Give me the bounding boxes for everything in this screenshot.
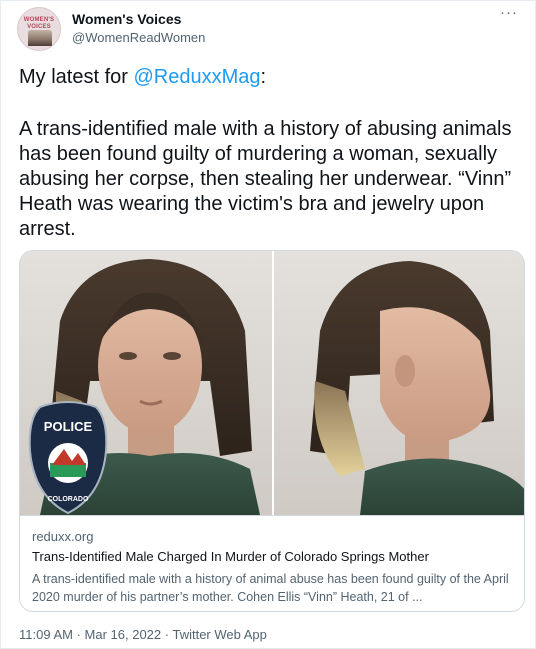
tweet-intro-line: My latest for @ReduxxMag: <box>19 65 519 90</box>
meta-separator-2: · <box>161 627 173 642</box>
tweet: WOMEN'S VOICES Women's Voices @WomenReadW… <box>0 0 536 649</box>
card-domain: reduxx.org <box>32 529 94 544</box>
tweet-date[interactable]: Mar 16, 2022 <box>85 627 162 642</box>
mention-link[interactable]: @ReduxxMag <box>133 66 260 88</box>
card-title[interactable]: Trans-Identified Male Charged In Murder … <box>32 549 516 564</box>
card-info[interactable]: reduxx.org Trans-Identified Male Charged… <box>20 515 524 611</box>
tweet-meta: 11:09 AM · Mar 16, 2022 · Twitter Web Ap… <box>19 627 267 642</box>
more-dots-icon: ··· <box>500 4 518 21</box>
badge-top-text: POLICE <box>44 419 93 434</box>
card-image[interactable]: POLICE COLORADO <box>20 251 524 515</box>
link-card[interactable]: POLICE COLORADO reduxx.org Trans-Identif… <box>19 250 525 612</box>
user-handle[interactable]: @WomenReadWomen <box>72 30 205 45</box>
avatar[interactable]: WOMEN'S VOICES <box>17 7 61 51</box>
intro-text: My latest for <box>19 66 134 88</box>
mugshot-photo: POLICE COLORADO <box>20 251 524 515</box>
tweet-time[interactable]: 11:09 AM <box>19 627 73 642</box>
avatar-logo-text: WOMEN'S VOICES <box>23 17 55 30</box>
avatar-art-icon <box>28 30 52 46</box>
display-name[interactable]: Women's Voices <box>72 11 181 27</box>
badge-bottom-text: COLORADO <box>48 496 89 503</box>
more-options-button[interactable]: ··· <box>497 4 521 25</box>
card-description: A trans-identified male with a history o… <box>32 572 509 604</box>
intro-end: : <box>260 66 267 88</box>
meta-separator-1: · <box>72 627 85 642</box>
tweet-source[interactable]: Twitter Web App <box>172 627 266 642</box>
tweet-header: WOMEN'S VOICES Women's Voices @WomenReadW… <box>15 4 523 51</box>
tweet-text: A trans-identified male with a history o… <box>19 118 512 240</box>
